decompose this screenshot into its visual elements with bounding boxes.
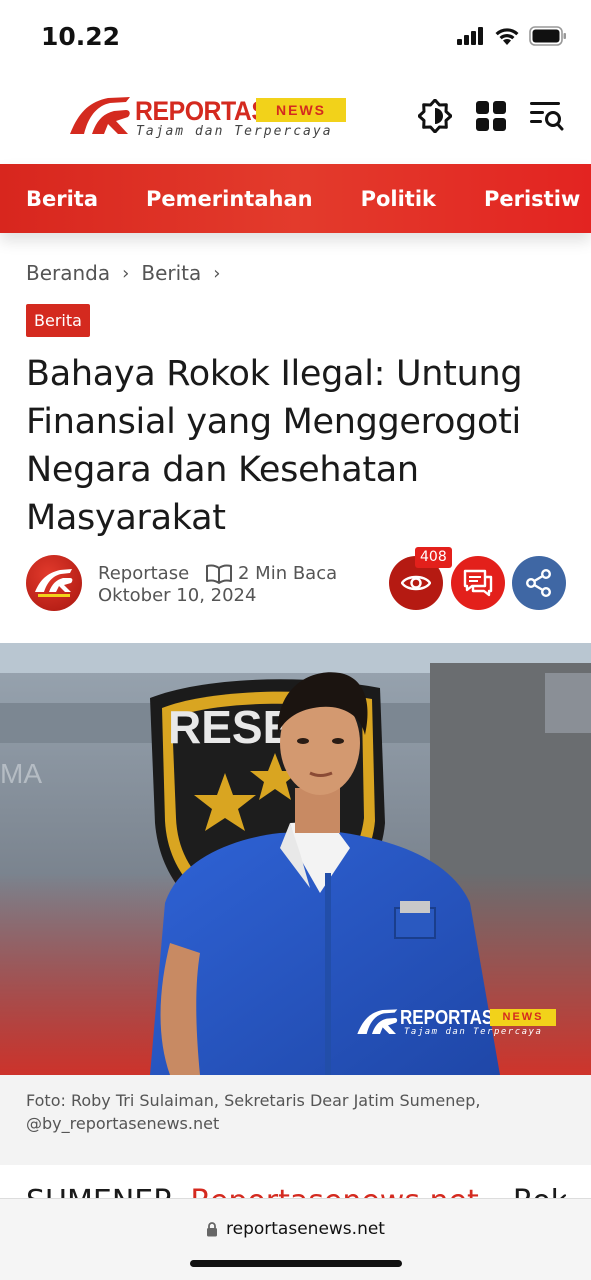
url-text: reportasenews.net: [226, 1219, 385, 1239]
read-time-label: 2 Min Baca: [238, 563, 338, 584]
nav-item-peristiwa[interactable]: Peristiw: [484, 187, 580, 211]
logo-tagline: Tajam dan Terpercaya: [136, 124, 333, 139]
browser-address-bar[interactable]: reportasenews.net: [0, 1198, 591, 1280]
author-name[interactable]: Reportase: [98, 563, 189, 584]
grid-menu-icon: [476, 101, 506, 131]
chevron-right-icon: ›: [122, 262, 130, 284]
search-menu-button[interactable]: [529, 98, 565, 134]
status-icons: [457, 26, 567, 46]
nav-item-pemerintahan[interactable]: Pemerintahan: [146, 187, 313, 211]
signal-icon: [457, 27, 483, 45]
watermark-tagline: Tajam dan Terpercaya: [404, 1027, 543, 1037]
theme-toggle-icon: [418, 99, 452, 133]
breadcrumb-category[interactable]: Berita: [141, 261, 201, 285]
article-title: Bahaya Rokok Ilegal: Untung Finansial ya…: [26, 354, 523, 538]
grid-menu-button[interactable]: [473, 98, 509, 134]
comment-icon: [463, 569, 493, 597]
watermark-news-badge: NEWS: [490, 1009, 556, 1026]
view-count-badge: 408: [415, 547, 452, 568]
site-header: REPORTASE NEWS Tajam dan Terpercaya: [0, 72, 591, 164]
category-badge[interactable]: Berita: [26, 304, 90, 337]
battery-icon: [529, 26, 566, 46]
wifi-icon: [495, 27, 519, 45]
publish-date: Oktober 10, 2024: [98, 585, 257, 606]
share-button[interactable]: [512, 556, 566, 610]
svg-text:RESE: RESE: [168, 701, 293, 753]
home-indicator[interactable]: [190, 1260, 402, 1267]
avatar-logo-icon: [35, 569, 73, 597]
logo-news-badge: NEWS: [256, 98, 346, 122]
lock-icon: [207, 1221, 218, 1236]
book-open-icon: [206, 563, 232, 584]
share-icon: [526, 569, 552, 597]
eye-icon: [401, 575, 431, 591]
author-avatar[interactable]: [26, 555, 82, 611]
breadcrumb: Beranda › Berita ›: [26, 261, 220, 285]
comments-button[interactable]: [451, 556, 505, 610]
status-time: 10.22: [41, 22, 121, 51]
article-photo[interactable]: RESE MA REPORTASE NEWS Tajam dan Terperc…: [0, 643, 591, 1075]
read-time: 2 Min Baca: [206, 563, 337, 584]
url-display[interactable]: reportasenews.net: [0, 1219, 591, 1239]
category-nav: Berita Pemerintahan Politik Peristiw: [0, 164, 591, 233]
chevron-right-icon: ›: [213, 262, 221, 284]
watermark-logo-icon: [357, 1009, 398, 1034]
photo-watermark: REPORTASE NEWS Tajam dan Terpercaya: [356, 1007, 561, 1041]
status-bar: 10.22: [0, 0, 591, 72]
logo-mark-icon: [70, 97, 130, 134]
nav-item-berita[interactable]: Berita: [26, 187, 98, 211]
photo-caption: Foto: Roby Tri Sulaiman, Sekretaris Dear…: [0, 1075, 591, 1165]
svg-text:MA: MA: [0, 758, 42, 789]
nav-item-politik[interactable]: Politik: [361, 187, 436, 211]
site-logo[interactable]: REPORTASE NEWS Tajam dan Terpercaya: [68, 94, 348, 142]
theme-toggle-button[interactable]: [417, 98, 453, 134]
breadcrumb-home[interactable]: Beranda: [26, 261, 110, 285]
search-menu-icon: [530, 102, 564, 131]
header-actions: [417, 98, 565, 134]
